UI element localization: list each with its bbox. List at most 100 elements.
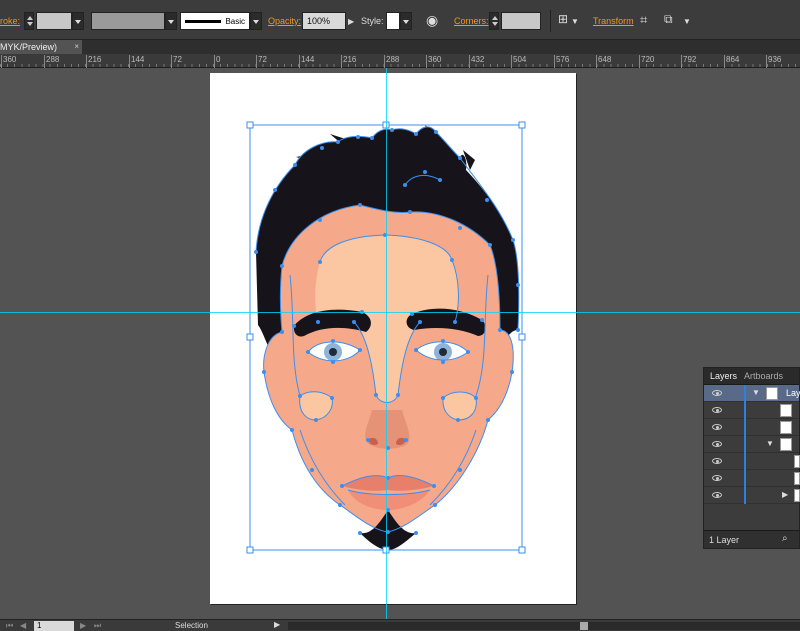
next-artboard-icon[interactable]: ▶	[80, 621, 86, 630]
layer-color-bar	[744, 385, 746, 402]
align-dropdown-icon[interactable]: ▼	[571, 17, 579, 26]
ruler-tick-label: 216	[340, 55, 357, 68]
horizontal-scrollbar[interactable]	[288, 622, 800, 630]
group-thumbnail	[780, 438, 792, 451]
control-bar: roke: Basic Opacity: 100% ▶ Style: ◉ Cor…	[0, 0, 800, 40]
opacity-field[interactable]: 100%	[302, 12, 346, 30]
ruler-tick-label: 936	[765, 55, 782, 68]
transform-link[interactable]: Transform	[593, 16, 634, 26]
layer-color-bar	[744, 453, 746, 470]
ruler-tick-label: 648	[595, 55, 612, 68]
sublayer-row[interactable]	[704, 419, 799, 436]
horizontal-ruler[interactable]: 360 288 216 144 72 0 72 144 216 288 360 432 504 576 64…	[0, 54, 800, 68]
stroke-weight-field[interactable]	[36, 12, 72, 30]
sublayer-row[interactable]	[704, 453, 800, 470]
layers-panel-tabs: Layers Artboards	[704, 368, 799, 385]
ruler-tick-label: 360	[0, 55, 17, 68]
stroke-weight-dropdown[interactable]	[72, 12, 84, 30]
align-grid-icon[interactable]: ⊞	[558, 12, 568, 26]
brush-definition[interactable]: Basic	[180, 12, 250, 30]
variable-width-profile[interactable]	[91, 12, 165, 30]
path-thumbnail	[794, 489, 800, 502]
sublayer-row[interactable]	[704, 470, 800, 487]
layers-panel-footer: 1 Layer ⌕	[704, 530, 799, 548]
ruler-tick-label: 288	[43, 55, 60, 68]
vertical-guide[interactable]	[386, 68, 387, 619]
layer-color-bar	[744, 419, 746, 436]
horizontal-guide[interactable]	[0, 312, 800, 313]
expand-triangle-icon[interactable]: ▼	[752, 388, 760, 397]
layer-color-bar	[744, 487, 746, 504]
locate-object-icon[interactable]: ⌕	[782, 533, 788, 544]
face-illustration[interactable]	[0, 68, 800, 619]
graphic-style-swatch[interactable]	[386, 12, 400, 30]
separator	[550, 10, 551, 32]
layer-row[interactable]: ▼ Layer	[704, 385, 800, 402]
ruler-tick-label: 432	[468, 55, 485, 68]
brush-dropdown[interactable]	[250, 12, 262, 30]
layers-panel: Layers Artboards ▼ Layer ▼	[703, 367, 800, 549]
ruler-tick-label: 360	[425, 55, 442, 68]
scrollbar-thumb[interactable]	[580, 622, 588, 630]
brush-stroke-preview	[185, 20, 221, 23]
previous-artboard-icon[interactable]: ◀	[20, 621, 26, 630]
arrange-icon[interactable]: ⧉	[664, 12, 673, 27]
path-thumbnail	[794, 455, 800, 468]
sublayer-row[interactable]	[704, 402, 799, 419]
pupil-right	[439, 348, 447, 356]
ruler-tick-label: 504	[510, 55, 527, 68]
status-menu-icon[interactable]: ▶	[274, 620, 280, 629]
close-icon[interactable]: ×	[74, 42, 79, 51]
eye-icon[interactable]	[712, 492, 722, 498]
eye-icon[interactable]	[712, 390, 722, 396]
last-artboard-icon[interactable]: ⏭	[94, 621, 101, 631]
sublayer-row[interactable]: ▶	[704, 487, 800, 504]
brush-preset-label: Basic	[225, 17, 245, 26]
opacity-arrow-icon[interactable]: ▶	[348, 17, 354, 26]
ruler-tick-label: 288	[383, 55, 400, 68]
ruler-tick-label: 720	[638, 55, 655, 68]
isolate-object-icon[interactable]: ⌗	[640, 12, 647, 28]
corners-label[interactable]: Corners:	[454, 16, 489, 26]
recolor-artwork-icon[interactable]: ◉	[426, 12, 438, 29]
ruler-tick-label: 864	[723, 55, 740, 68]
ruler-tick-label: 0	[213, 55, 221, 68]
artboard-number-field[interactable]: 1	[34, 621, 74, 631]
first-artboard-icon[interactable]: ⏮	[6, 621, 13, 631]
collapse-triangle-icon[interactable]: ▶	[782, 490, 788, 499]
ruler-tick-label: 144	[128, 55, 145, 68]
illustrator-window: roke: Basic Opacity: 100% ▶ Style: ◉ Cor…	[0, 0, 800, 631]
document-tab-title: MYK/Preview)	[0, 42, 58, 52]
arrange-dropdown-icon[interactable]: ▼	[683, 17, 691, 26]
canvas[interactable]	[0, 68, 800, 619]
layer-name[interactable]: Layer	[786, 388, 800, 398]
ruler-tick-label: 144	[298, 55, 315, 68]
eye-icon[interactable]	[712, 475, 722, 481]
status-bar: ⏮ ◀ 1 ▶ ⏭ Selection ▶	[0, 619, 800, 631]
tab-layers[interactable]: Layers	[710, 371, 737, 381]
corners-field[interactable]	[501, 12, 541, 30]
ruler-tick-label: 72	[171, 55, 182, 68]
tool-mode-label[interactable]: Selection	[175, 621, 208, 630]
sublayer-row[interactable]: ▼	[704, 436, 799, 453]
eye-icon[interactable]	[712, 424, 722, 430]
graphic-style-dropdown[interactable]	[400, 12, 412, 30]
pupil-left	[329, 348, 337, 356]
expand-triangle-icon[interactable]: ▼	[766, 439, 774, 448]
stroke-label[interactable]: roke:	[0, 16, 20, 26]
opacity-label[interactable]: Opacity:	[268, 16, 301, 26]
layer-color-bar	[744, 470, 746, 487]
corners-stepper[interactable]	[489, 12, 499, 30]
style-label: Style:	[361, 16, 384, 26]
ruler-tick-label: 72	[256, 55, 267, 68]
eye-icon[interactable]	[712, 407, 722, 413]
layer-color-bar	[744, 436, 746, 453]
eye-icon[interactable]	[712, 441, 722, 447]
variable-width-dropdown[interactable]	[165, 12, 177, 30]
document-tab[interactable]: MYK/Preview) ×	[0, 40, 82, 54]
sublayer-thumbnail	[780, 404, 792, 417]
document-tab-bar: MYK/Preview) ×	[0, 40, 800, 54]
tab-artboards[interactable]: Artboards	[744, 371, 783, 381]
stroke-weight-stepper[interactable]	[24, 12, 34, 30]
eye-icon[interactable]	[712, 458, 722, 464]
